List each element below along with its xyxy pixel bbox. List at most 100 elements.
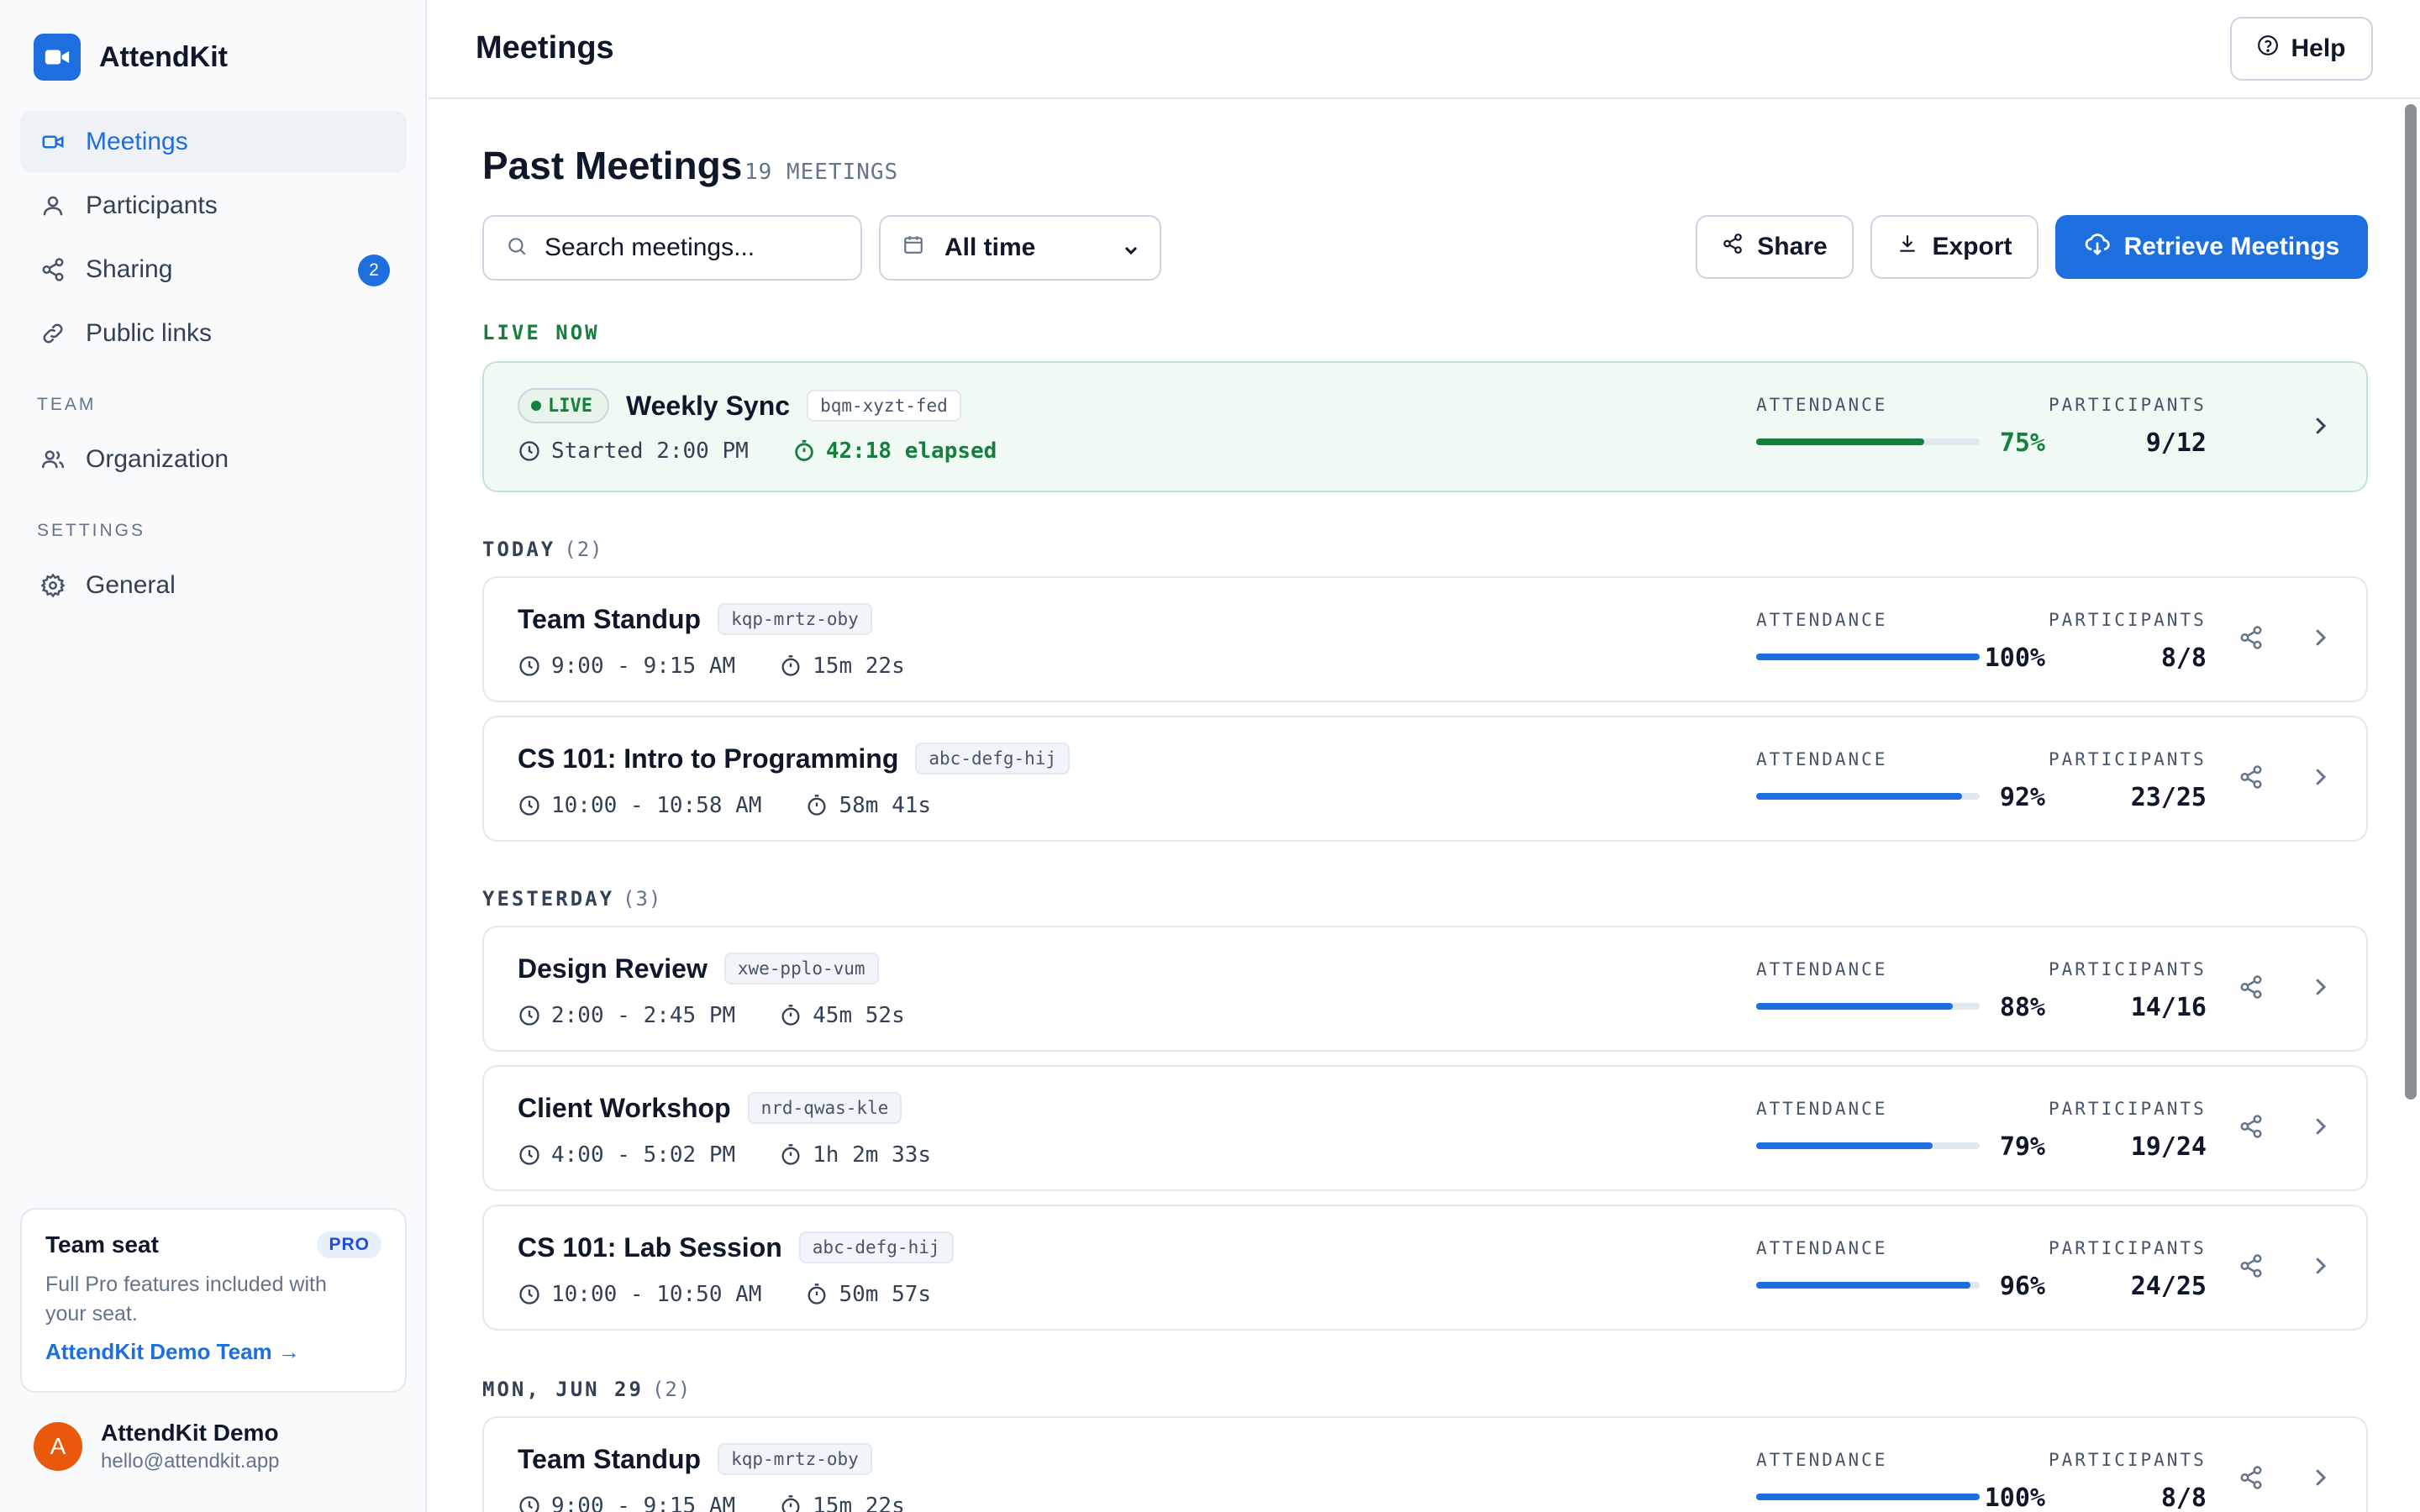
sidebar-item-general[interactable]: General bbox=[20, 554, 407, 617]
brand[interactable]: AttendKit bbox=[34, 34, 228, 81]
chevron-down-icon bbox=[1121, 239, 1141, 267]
chevron-right-icon[interactable] bbox=[2307, 1253, 2333, 1283]
share-icon bbox=[1722, 233, 1744, 261]
share-button[interactable]: Share bbox=[1696, 215, 1854, 279]
meeting-card[interactable]: Client Workshop nrd-qwas-kle 4:00 - 5:02… bbox=[482, 1065, 2368, 1191]
attendance-label: ATTENDANCE bbox=[1756, 1450, 1888, 1470]
chevron-right-icon[interactable] bbox=[2307, 413, 2333, 443]
attendance-percent: 75% bbox=[1999, 428, 2045, 458]
share-icon[interactable] bbox=[2238, 974, 2264, 1004]
chevron-right-icon[interactable] bbox=[2307, 764, 2333, 794]
meeting-card[interactable]: Team Standup kqp-mrtz-oby 9:00 - 9:15 AM… bbox=[482, 1416, 2368, 1512]
share-icon[interactable] bbox=[2238, 1253, 2264, 1283]
sidebar-item-organization[interactable]: Organization bbox=[20, 428, 407, 491]
attendance-label: ATTENDANCE bbox=[1756, 1238, 1888, 1258]
retrieve-meetings-button[interactable]: Retrieve Meetings bbox=[2055, 215, 2368, 279]
timer-icon bbox=[779, 654, 802, 678]
sidebar-item-label: Meetings bbox=[86, 128, 188, 155]
settings-section-label: SETTINGS bbox=[37, 521, 146, 540]
link-icon bbox=[39, 319, 67, 348]
sidebar-item-participants[interactable]: Participants bbox=[20, 175, 407, 237]
clock-icon bbox=[518, 1143, 541, 1167]
meeting-card[interactable]: Design Review xwe-pplo-vum 2:00 - 2:45 P… bbox=[482, 926, 2368, 1052]
calendar-icon bbox=[902, 234, 924, 262]
scrollbar[interactable] bbox=[2405, 104, 2417, 1100]
sidebar-item-label: Participants bbox=[86, 192, 218, 219]
gear-icon bbox=[39, 571, 67, 600]
live-meeting-card[interactable]: LIVE Weekly Sync bqm-xyzt-fed Started 2:… bbox=[482, 361, 2368, 492]
share-icon bbox=[39, 255, 67, 284]
team-link[interactable]: AttendKit Demo Team → bbox=[45, 1339, 381, 1365]
attendance-label: ATTENDANCE bbox=[1756, 749, 1888, 769]
attendance-bar bbox=[1756, 1494, 1980, 1500]
attendance-bar bbox=[1756, 1282, 1980, 1289]
section-label-text: YESTERDAY bbox=[482, 887, 615, 911]
meeting-time: 2:00 - 2:45 PM bbox=[551, 1003, 736, 1028]
chevron-right-icon[interactable] bbox=[2307, 1465, 2333, 1494]
chevron-right-icon[interactable] bbox=[2307, 974, 2333, 1004]
sidebar-item-label: Organization bbox=[86, 445, 229, 473]
share-icon[interactable] bbox=[2238, 625, 2264, 654]
team-seat-card: Team seat PRO Full Pro features included… bbox=[20, 1208, 407, 1393]
participants-label: PARTICIPANTS bbox=[2049, 395, 2207, 415]
attendance-bar-fill bbox=[1756, 793, 1962, 800]
participants-label: PARTICIPANTS bbox=[2049, 1450, 2207, 1470]
participants-label: PARTICIPANTS bbox=[2049, 1238, 2207, 1258]
attendance-bar-fill bbox=[1756, 1003, 1954, 1010]
chevron-right-icon[interactable] bbox=[2307, 1114, 2333, 1143]
meeting-time: 10:00 - 10:50 AM bbox=[551, 1282, 762, 1307]
meeting-code: abc-defg-hij bbox=[915, 743, 1071, 774]
search-input[interactable] bbox=[544, 234, 847, 262]
clock-icon bbox=[518, 794, 541, 817]
share-icon[interactable] bbox=[2238, 1465, 2264, 1494]
meeting-card[interactable]: CS 101: Intro to Programming abc-defg-hi… bbox=[482, 716, 2368, 842]
meeting-code: kqp-mrtz-oby bbox=[718, 1443, 872, 1475]
help-icon bbox=[2257, 34, 2279, 63]
attendance-percent: 96% bbox=[1999, 1272, 2045, 1301]
attendance-percent: 100% bbox=[1984, 643, 2045, 673]
user-profile[interactable]: A AttendKit Demo hello@attendkit.app bbox=[34, 1420, 280, 1473]
live-section-label: LIVE NOW bbox=[482, 321, 600, 344]
sidebar-item-sharing[interactable]: Sharing 2 bbox=[20, 239, 407, 301]
section-label: YESTERDAY (3) bbox=[482, 887, 661, 911]
meeting-time: 9:00 - 9:15 AM bbox=[551, 654, 736, 679]
clock-icon bbox=[518, 1283, 541, 1306]
seat-description: Full Pro features included with your sea… bbox=[45, 1273, 327, 1326]
meeting-card[interactable]: CS 101: Lab Session abc-defg-hij 10:00 -… bbox=[482, 1205, 2368, 1331]
attendance-bar bbox=[1756, 1142, 1980, 1149]
sidebar-item-label: General bbox=[86, 571, 176, 599]
timer-icon bbox=[805, 794, 829, 817]
meeting-duration: 15m 22s bbox=[813, 1494, 905, 1512]
section-label: TODAY (2) bbox=[482, 538, 603, 561]
cloud-download-icon bbox=[2084, 230, 2111, 264]
meeting-title: Team Standup bbox=[518, 1443, 702, 1474]
sidebar-item-meetings[interactable]: Meetings bbox=[20, 111, 407, 173]
meeting-duration: 15m 22s bbox=[813, 654, 905, 679]
section-count: (2) bbox=[651, 1378, 692, 1401]
search-field[interactable] bbox=[482, 215, 862, 281]
chevron-right-icon[interactable] bbox=[2307, 625, 2333, 654]
meeting-elapsed: 42:18 elapsed bbox=[825, 438, 997, 464]
sidebar-item-public-links[interactable]: Public links bbox=[20, 302, 407, 365]
participants-label: PARTICIPANTS bbox=[2049, 1099, 2207, 1119]
share-icon[interactable] bbox=[2238, 764, 2264, 794]
share-icon[interactable] bbox=[2238, 1114, 2264, 1143]
avatar: A bbox=[34, 1422, 82, 1471]
meeting-duration: 58m 41s bbox=[839, 793, 932, 818]
attendance-percent: 92% bbox=[1999, 783, 2045, 812]
sidebar-nav: Meetings Participants Sharing 2 Public l… bbox=[20, 111, 407, 618]
user-icon bbox=[39, 192, 67, 220]
live-badge: LIVE bbox=[518, 388, 609, 423]
date-filter-select[interactable]: All time bbox=[879, 215, 1161, 281]
date-filter-value: All time bbox=[944, 234, 1036, 261]
help-button[interactable]: Help bbox=[2230, 17, 2373, 81]
retrieve-label: Retrieve Meetings bbox=[2123, 233, 2340, 260]
timer-icon bbox=[779, 1004, 802, 1027]
brand-name: AttendKit bbox=[99, 40, 228, 73]
meeting-card[interactable]: Team Standup kqp-mrtz-oby 9:00 - 9:15 AM… bbox=[482, 576, 2368, 702]
meeting-duration: 45m 52s bbox=[813, 1003, 905, 1028]
attendance-label: ATTENDANCE bbox=[1756, 610, 1888, 630]
meeting-title: Client Workshop bbox=[518, 1092, 731, 1123]
meeting-code: nrd-qwas-kle bbox=[747, 1092, 902, 1124]
export-button[interactable]: Export bbox=[1870, 215, 2039, 279]
